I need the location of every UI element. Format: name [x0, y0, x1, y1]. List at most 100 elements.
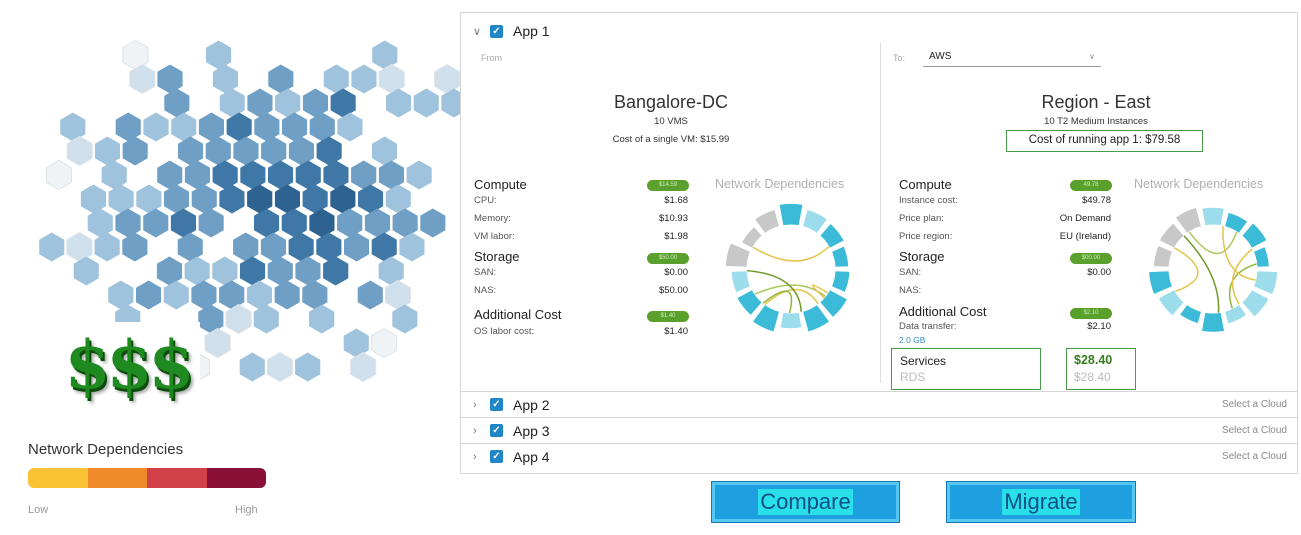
hexagon-cell — [350, 351, 377, 383]
source-compute-title: Compute — [474, 177, 527, 192]
hexagon-cell — [378, 160, 404, 190]
migrate-button[interactable]: Migrate — [946, 481, 1136, 523]
legend-title: Network Dependencies — [28, 441, 184, 458]
source-cost-line: Cost of a single VM: $15.99 — [612, 134, 730, 145]
source-san-value: $0.00 — [664, 267, 688, 278]
source-compute-badge: $14.59 — [647, 180, 689, 191]
hexagon-cell — [275, 88, 301, 118]
hexagon-cell — [357, 280, 383, 310]
hexagon-cell — [260, 232, 286, 262]
source-cpu-label: CPU: — [474, 195, 497, 206]
app-2-status[interactable]: Select a Cloud — [1222, 399, 1287, 410]
chord-segment — [1152, 244, 1174, 268]
app-4-status[interactable]: Select a Cloud — [1222, 451, 1287, 462]
app-3-checkbox[interactable]: ✓ — [490, 424, 503, 437]
hexagon-cell — [136, 280, 162, 310]
chevron-right-icon[interactable]: › — [473, 399, 487, 411]
hexagon-cell — [406, 160, 432, 190]
hexagon-cell — [45, 159, 72, 191]
hexagon-cell — [441, 88, 460, 118]
target-instance-label: Instance cost: — [899, 195, 958, 206]
hexagon-cell — [240, 160, 266, 190]
hexagon-cell — [198, 208, 224, 238]
app-4-checkbox[interactable]: ✓ — [490, 450, 503, 463]
hexagon-cell — [184, 256, 210, 286]
chevron-right-icon[interactable]: › — [473, 451, 487, 463]
target-transfer-value: $2.10 — [1087, 321, 1111, 332]
hexagon-cell — [164, 88, 190, 118]
hexagon-cell — [295, 352, 321, 382]
hexagon-cell — [80, 184, 106, 214]
chord-segment — [1200, 311, 1226, 333]
hexagon-cell — [212, 64, 238, 94]
hexagon-cell — [247, 88, 273, 118]
hexagon-cell — [254, 112, 280, 142]
hexagon-cell — [323, 64, 349, 94]
target-priceplan-value: On Demand — [1059, 213, 1111, 224]
to-label: To: — [893, 53, 906, 63]
hexagon-cell — [163, 280, 189, 310]
chord-segment — [730, 270, 752, 294]
hexagon-cell — [323, 256, 349, 286]
app-3-status[interactable]: Select a Cloud — [1222, 425, 1287, 436]
hexagon-cell — [212, 160, 238, 190]
cloud-select[interactable]: AWS ∨ — [923, 47, 1101, 67]
hexagon-cell — [337, 208, 363, 238]
chord-segment — [1178, 303, 1203, 325]
target-priceregion-label: Price region: — [899, 231, 953, 242]
hexagon-cell — [288, 232, 314, 262]
target-transfer-label: Data transfer: — [899, 321, 957, 332]
source-storage-badge: $50.00 — [647, 253, 689, 264]
app-3-row[interactable]: › ✓ App 3 Select a Cloud — [461, 417, 1297, 443]
data-transfer-link[interactable]: 2.0 GB — [899, 335, 925, 345]
app-2-title: App 2 — [513, 396, 550, 413]
target-additional-badge: $2.10 — [1070, 308, 1112, 319]
hexagon-cell — [302, 184, 328, 214]
hexagon-cell — [266, 351, 293, 383]
hexagon-cell — [267, 256, 293, 286]
source-memory-label: Memory: — [474, 213, 511, 224]
hexagon-cell — [177, 232, 203, 262]
hexagon-cell — [219, 88, 245, 118]
target-priceplan-label: Price plan: — [899, 213, 944, 224]
app-2-checkbox[interactable]: ✓ — [490, 398, 503, 411]
chevron-down-icon[interactable]: ∨ — [1089, 47, 1095, 67]
hexagon-cell — [323, 160, 349, 190]
target-compute-badge: 49.78 — [1070, 180, 1112, 191]
compare-button[interactable]: Compare — [711, 481, 900, 523]
source-nas-value: $50.00 — [658, 285, 688, 296]
app-2-row[interactable]: › ✓ App 2 Select a Cloud — [461, 391, 1297, 417]
chord-segment — [801, 208, 829, 235]
app-1-checkbox[interactable]: ✓ — [490, 24, 503, 38]
hexagon-cell — [115, 112, 141, 142]
chevron-down-icon[interactable]: ∨ — [473, 25, 487, 38]
chevron-right-icon[interactable]: › — [473, 425, 487, 437]
app-4-row[interactable]: › ✓ App 4 Select a Cloud — [461, 443, 1297, 469]
hexagon-cell — [254, 208, 280, 238]
hexagon-cell — [434, 63, 460, 95]
hexagon-cell — [157, 64, 183, 94]
services-title: Services — [900, 354, 947, 368]
hexagon-cell — [101, 160, 127, 190]
hexagon-cell — [316, 232, 342, 262]
chord-segment — [778, 202, 804, 227]
hexagon-cell — [399, 232, 425, 262]
hexagon-cell — [420, 208, 446, 238]
hexagon-cell — [206, 40, 232, 70]
hexagon-cell — [136, 184, 162, 214]
hexagon-cell — [191, 280, 217, 310]
hexagon-cell — [316, 136, 342, 166]
hexagon-cell — [274, 184, 300, 214]
cloud-select-value: AWS — [929, 51, 952, 62]
chord-segment — [1241, 222, 1268, 250]
source-storage-title: Storage — [474, 249, 520, 264]
hexagon-cell — [240, 256, 266, 286]
hexagon-cell — [358, 184, 384, 214]
hexagon-cell — [261, 136, 287, 166]
hexagon-cell — [156, 256, 182, 286]
chord-segment — [1158, 222, 1185, 250]
chord-segment — [779, 311, 803, 330]
app-1-header[interactable]: ∨ ✓ App 1 — [461, 18, 1297, 44]
target-san-label: SAN: — [899, 267, 922, 278]
hexagon-cell — [281, 208, 307, 238]
